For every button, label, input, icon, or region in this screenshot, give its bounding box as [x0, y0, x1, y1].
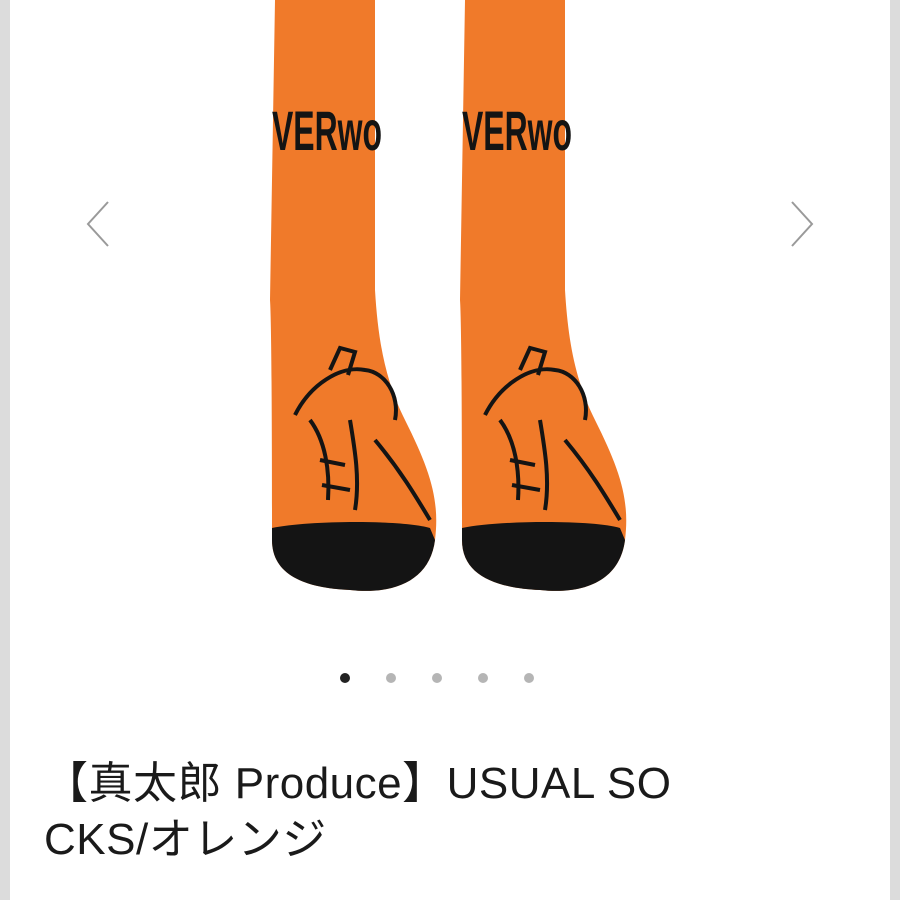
left-edge-strip	[0, 0, 10, 900]
pagination-dot-5[interactable]	[524, 673, 534, 683]
right-edge-strip	[890, 0, 900, 900]
carousel-pagination	[340, 668, 560, 688]
carousel-next-button[interactable]	[782, 196, 822, 252]
product-photo: VERwo VERwo	[270, 0, 627, 591]
chevron-left-icon	[86, 201, 109, 247]
right-sock-text: VERwo	[462, 99, 572, 162]
left-sock: VERwo	[270, 0, 437, 591]
pagination-dot-4[interactable]	[478, 673, 488, 683]
pagination-dot-1[interactable]	[340, 673, 350, 683]
product-title-line-2: CKS/オレンジ	[44, 815, 327, 864]
right-sock: VERwo	[460, 0, 627, 591]
chevron-right-icon	[791, 201, 814, 247]
pagination-dot-3[interactable]	[432, 673, 442, 683]
product-title-line-1: 【真太郎 Produce】USUAL SO	[44, 759, 672, 808]
product-title: 【真太郎 Produce】USUAL SO CKS/オレンジ	[44, 756, 864, 868]
image-carousel[interactable]: VERwo VERwo	[10, 0, 890, 640]
pagination-dot-2[interactable]	[386, 673, 396, 683]
carousel-prev-button[interactable]	[78, 196, 118, 252]
product-page: VERwo VERwo 【真太郎 Produce】USUAL SO CKS/オレ…	[0, 0, 900, 900]
left-sock-text: VERwo	[272, 99, 382, 162]
